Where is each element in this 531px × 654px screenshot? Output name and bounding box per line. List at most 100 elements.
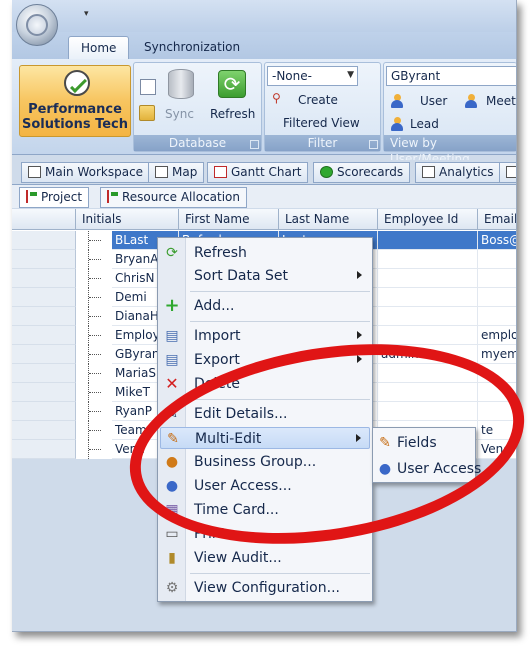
- row-header-column: [12, 209, 76, 230]
- cell-email[interactable]: [478, 307, 516, 326]
- tab-scorecards[interactable]: Scorecards: [313, 162, 411, 183]
- row-header[interactable]: [12, 402, 76, 421]
- menu-item-time-card[interactable]: ▦ Time Card...: [160, 499, 370, 521]
- view-by-user-group-label: View by User/Meeting: [384, 135, 516, 166]
- cell-emp[interactable]: [378, 250, 478, 269]
- row-header[interactable]: [12, 231, 76, 250]
- user-access-icon: ●: [165, 478, 179, 494]
- menu-item-user-access[interactable]: ● User Access...: [160, 475, 370, 497]
- row-header[interactable]: [12, 364, 76, 383]
- menu-item-add[interactable]: + Add...: [160, 295, 370, 317]
- cell-emp[interactable]: [378, 288, 478, 307]
- submenu-item-fields[interactable]: ✎ Fields: [375, 431, 473, 455]
- cell-email[interactable]: myem: [478, 345, 516, 364]
- tab-project[interactable]: Project: [19, 187, 90, 208]
- quick-access-dropdown-icon[interactable]: ▾: [84, 9, 89, 19]
- row-header[interactable]: [12, 326, 76, 345]
- column-first-name[interactable]: First Name: [179, 209, 279, 230]
- cell-emp[interactable]: [378, 231, 478, 250]
- user-view-button[interactable]: User: [420, 94, 447, 108]
- filter-pin-icon: ⚲: [272, 91, 281, 105]
- user-access-icon: ●: [378, 461, 392, 477]
- cell-emp[interactable]: [378, 402, 478, 421]
- filter-group-label: Filter: [265, 135, 380, 151]
- meeting-icon: [464, 94, 478, 108]
- cell-email[interactable]: Boss@: [478, 231, 516, 250]
- cell-email[interactable]: [478, 383, 516, 402]
- cell-emp[interactable]: [378, 269, 478, 288]
- row-header[interactable]: [12, 345, 76, 364]
- row-header[interactable]: [12, 383, 76, 402]
- tree-connector: [88, 307, 102, 326]
- tab-home[interactable]: Home: [68, 36, 130, 60]
- cell-emp[interactable]: [378, 307, 478, 326]
- menu-item-sort-data-set[interactable]: Sort Data Set: [160, 265, 370, 287]
- cell-emp[interactable]: [378, 383, 478, 402]
- menu-item-delete[interactable]: ✕ Delete: [160, 373, 370, 395]
- menu-item-refresh[interactable]: ⟳ Refresh: [160, 242, 370, 264]
- meeting-view-button[interactable]: Meet: [486, 94, 516, 108]
- refresh-icon[interactable]: ⟳: [218, 70, 246, 98]
- user-select-value: GByrant: [391, 69, 441, 83]
- tab-resource-allocation[interactable]: Resource Allocation: [100, 187, 248, 208]
- sub-tab-bar: Project Resource Allocation: [12, 184, 516, 208]
- cell-email[interactable]: [478, 250, 516, 269]
- cell-email[interactable]: [478, 364, 516, 383]
- column-employee-id[interactable]: Employee Id: [378, 209, 478, 230]
- cell-email[interactable]: Vend: [478, 440, 516, 459]
- cell-email[interactable]: [478, 402, 516, 421]
- row-header[interactable]: [12, 288, 76, 307]
- row-header[interactable]: [12, 307, 76, 326]
- menu-item-export[interactable]: ▤ Export: [160, 349, 370, 371]
- audit-icon: ▮: [168, 550, 176, 566]
- sync-button-label[interactable]: Sync: [165, 107, 194, 121]
- tree-connector: [88, 250, 102, 269]
- menu-item-business-group[interactable]: ● Business Group...: [160, 451, 370, 473]
- refresh-button-label[interactable]: Refresh: [210, 107, 255, 121]
- user-select[interactable]: GByrant: [386, 66, 516, 86]
- filter-select[interactable]: -None- ▼: [267, 66, 358, 86]
- cell-email[interactable]: [478, 288, 516, 307]
- database-launcher-icon[interactable]: [250, 140, 259, 149]
- row-header[interactable]: [12, 421, 76, 440]
- open-folder-icon[interactable]: [139, 105, 155, 121]
- tree-connector: [88, 231, 102, 250]
- tab-analytics[interactable]: Analytics: [415, 162, 501, 183]
- menu-item-edit-details[interactable]: ✎ Edit Details...: [160, 403, 370, 425]
- tab-map[interactable]: Map: [148, 162, 205, 183]
- performance-solutions-button[interactable]: Performance Solutions Tech: [19, 65, 131, 137]
- tab-main-workspace[interactable]: Main Workspace: [21, 162, 151, 183]
- cell-email[interactable]: emplo: [478, 326, 516, 345]
- menu-item-view-configuration[interactable]: ⚙ View Configuration...: [160, 577, 370, 599]
- column-initials[interactable]: Initials: [76, 209, 179, 230]
- create-filter-button[interactable]: Create: [298, 93, 338, 107]
- row-header[interactable]: [12, 250, 76, 269]
- lead-view-button[interactable]: Lead: [410, 117, 439, 131]
- cell-emp[interactable]: [378, 326, 478, 345]
- filtered-view-button[interactable]: Filtered View: [283, 116, 360, 130]
- tab-synchronization[interactable]: Synchronization: [132, 36, 252, 60]
- menu-item-view-audit[interactable]: ▮ View Audit...: [160, 547, 370, 569]
- sync-database-icon[interactable]: [168, 69, 194, 99]
- column-last-name[interactable]: Last Name: [279, 209, 378, 230]
- submenu-item-user-access[interactable]: ● User Access: [375, 457, 481, 481]
- user-icon: [390, 94, 404, 108]
- column-email[interactable]: Email: [478, 209, 516, 230]
- row-header[interactable]: [12, 440, 76, 459]
- new-document-icon[interactable]: [140, 79, 156, 95]
- cell-emp[interactable]: [378, 364, 478, 383]
- row-header[interactable]: [12, 269, 76, 288]
- cell-email[interactable]: te: [478, 421, 516, 440]
- stopwatch-check-icon: [64, 70, 90, 96]
- menu-item-import[interactable]: ▤ Import: [160, 325, 370, 347]
- cell-emp[interactable]: admin01: [378, 345, 478, 364]
- menu-item-print[interactable]: ▭ Print: [160, 523, 370, 545]
- menu-item-multi-edit[interactable]: ✎ Multi-Edit: [160, 427, 370, 449]
- cell-email[interactable]: [478, 269, 516, 288]
- filter-launcher-icon[interactable]: [369, 140, 378, 149]
- tab-overflow[interactable]: [499, 162, 516, 183]
- multi-edit-submenu: ✎ Fields ● User Access: [372, 427, 481, 483]
- tab-gantt-chart[interactable]: Gantt Chart: [207, 162, 309, 183]
- ribbon-tab-bar: Home Synchronization: [12, 32, 516, 60]
- application-menu-button[interactable]: [16, 4, 58, 46]
